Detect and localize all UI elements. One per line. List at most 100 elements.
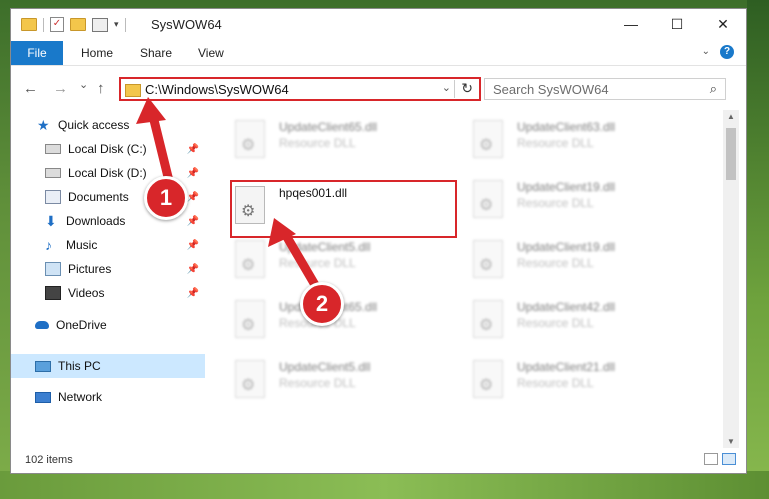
sidebar-item-onedrive[interactable]: OneDrive	[11, 314, 205, 336]
onedrive-icon	[35, 321, 49, 329]
scroll-down-icon[interactable]: ▼	[727, 437, 735, 446]
tab-share[interactable]: Share	[140, 41, 172, 65]
window-controls: — ☐ ✕	[608, 9, 746, 39]
dll-file-icon: ⚙	[473, 180, 503, 218]
sidebar-item-network[interactable]: Network	[11, 386, 205, 408]
file-name: UpdateClient65.dll	[279, 120, 378, 134]
file-name: UpdateClient5.dll	[279, 240, 371, 254]
maximize-button[interactable]: ☐	[654, 9, 700, 39]
dll-file-icon: ⚙	[235, 360, 265, 398]
sidebar-item-label: Pictures	[68, 262, 112, 276]
pin-icon[interactable]: 📌	[187, 168, 199, 179]
download-icon: ⬇	[45, 213, 57, 229]
file-name: UpdateClient42.dll	[517, 300, 616, 314]
title-bar: ✓ ▾ SysWOW64 — ☐ ✕	[11, 9, 746, 41]
sidebar-item-videos[interactable]: Videos 📌	[11, 282, 205, 304]
details-view-icon[interactable]	[704, 453, 718, 465]
search-icon[interactable]: ⌕	[710, 81, 717, 97]
back-icon[interactable]: ←	[23, 80, 38, 97]
refresh-icon[interactable]: ↻	[461, 80, 473, 97]
view-switcher	[704, 453, 736, 465]
sidebar-item-this-pc[interactable]: This PC	[11, 354, 205, 378]
file-item[interactable]: ⚙ UpdateClient65.dll Resource DLL	[211, 114, 431, 164]
step-1-badge: 1	[144, 176, 188, 220]
tab-file[interactable]: File	[11, 41, 63, 65]
music-icon: ♪	[45, 237, 52, 253]
expand-ribbon-icon[interactable]: ⌄	[702, 46, 710, 57]
network-icon	[35, 391, 51, 403]
pin-icon[interactable]: 📌	[187, 192, 199, 203]
sidebar-item-label: Network	[58, 390, 103, 404]
file-item[interactable]: ⚙ UpdateClient5.dll Resource DLL	[211, 354, 431, 404]
forward-icon[interactable]: →	[53, 80, 68, 97]
dll-file-icon: ⚙	[473, 240, 503, 278]
search-placeholder: Search SysWOW64	[493, 82, 609, 97]
new-folder-icon[interactable]	[70, 18, 86, 31]
tab-home[interactable]: Home	[81, 41, 113, 65]
large-icons-view-icon[interactable]	[722, 453, 736, 465]
file-item[interactable]: ⚙ UpdateClient19.dll Resource DLL	[449, 234, 669, 284]
dll-file-icon: ⚙	[473, 300, 503, 338]
pin-icon[interactable]: 📌	[187, 216, 199, 227]
quick-access-toolbar: ✓ ▾	[21, 17, 126, 32]
dll-file-icon: ⚙	[235, 120, 265, 158]
file-name: UpdateClient19.dll	[517, 180, 616, 194]
file-type: Resource DLL	[279, 376, 356, 390]
explorer-window: ✓ ▾ SysWOW64 — ☐ ✕ File Home Share View …	[10, 8, 747, 474]
file-name: UpdateClient63.dll	[517, 120, 616, 134]
file-item[interactable]: ⚙ UpdateClient42.dll Resource DLL	[449, 294, 669, 344]
folder-icon	[125, 84, 141, 97]
disk-icon	[45, 168, 61, 178]
sidebar-item-quick-access[interactable]: ★ Quick access	[11, 114, 205, 136]
help-icon[interactable]: ?	[720, 45, 734, 59]
file-type: Resource DLL	[517, 136, 594, 150]
file-list: ⚙ UpdateClient65.dll Resource DLL ⚙ Upda…	[211, 110, 723, 448]
file-type: Resource DLL	[517, 196, 594, 210]
close-button[interactable]: ✕	[700, 9, 746, 39]
properties-check-icon[interactable]: ✓	[50, 17, 64, 32]
item-count: 102 items	[25, 454, 73, 466]
status-bar: 102 items	[11, 447, 746, 473]
sidebar-item-label: Local Disk (D:)	[68, 166, 147, 180]
address-bar[interactable]: C:\Windows\SysWOW64 ⌄ ↻	[119, 77, 481, 101]
sidebar-item-label: OneDrive	[56, 318, 107, 332]
dll-file-icon: ⚙	[235, 240, 265, 278]
search-input[interactable]: Search SysWOW64 ⌕	[484, 78, 726, 100]
scroll-up-icon[interactable]: ▲	[727, 112, 735, 121]
folder-icon	[21, 18, 37, 31]
step-2-badge: 2	[300, 282, 344, 326]
file-name: UpdateClient21.dll	[517, 360, 616, 374]
customize-dropdown-icon[interactable]: ▾	[114, 19, 119, 30]
desktop-background-bottom	[0, 471, 769, 499]
file-name: UpdateClient5.dll	[279, 360, 371, 374]
pin-icon[interactable]: 📌	[187, 288, 199, 299]
ribbon: File Home Share View ⌄ ?	[11, 41, 746, 66]
file-name: UpdateClient19.dll	[517, 240, 616, 254]
sidebar-item-music[interactable]: ♪ Music 📌	[11, 234, 205, 256]
address-path[interactable]: C:\Windows\SysWOW64	[145, 82, 289, 97]
pin-icon[interactable]: 📌	[187, 144, 199, 155]
vertical-scrollbar[interactable]: ▲ ▼	[723, 110, 739, 448]
disk-icon	[45, 144, 61, 154]
tab-view[interactable]: View	[198, 41, 224, 65]
pin-icon[interactable]: 📌	[187, 240, 199, 251]
pictures-icon	[45, 262, 61, 276]
sidebar-item-label: Videos	[68, 286, 105, 300]
scroll-thumb[interactable]	[726, 128, 736, 180]
up-icon[interactable]: ↑	[97, 80, 105, 97]
file-item[interactable]: ⚙ UpdateClient21.dll Resource DLL	[449, 354, 669, 404]
file-item[interactable]: ⚙ UpdateClient5.dll Resource DLL	[211, 234, 431, 284]
file-item[interactable]: ⚙ UpdateClient63.dll Resource DLL	[449, 114, 669, 164]
file-type: Resource DLL	[279, 136, 356, 150]
minimize-button[interactable]: —	[608, 9, 654, 39]
star-icon: ★	[37, 117, 50, 133]
pc-icon	[35, 360, 51, 372]
address-dropdown-icon[interactable]: ⌄	[442, 81, 451, 94]
pin-icon[interactable]: 📌	[187, 264, 199, 275]
sidebar-item-local-disk-c[interactable]: Local Disk (C:) 📌	[11, 138, 205, 160]
sidebar-item-pictures[interactable]: Pictures 📌	[11, 258, 205, 280]
properties-icon[interactable]	[92, 17, 108, 32]
file-item[interactable]: ⚙ UpdateClient19.dll Resource DLL	[449, 174, 669, 224]
recent-locations-icon[interactable]: ⌄	[79, 78, 88, 91]
sidebar-item-label: Quick access	[58, 118, 130, 132]
